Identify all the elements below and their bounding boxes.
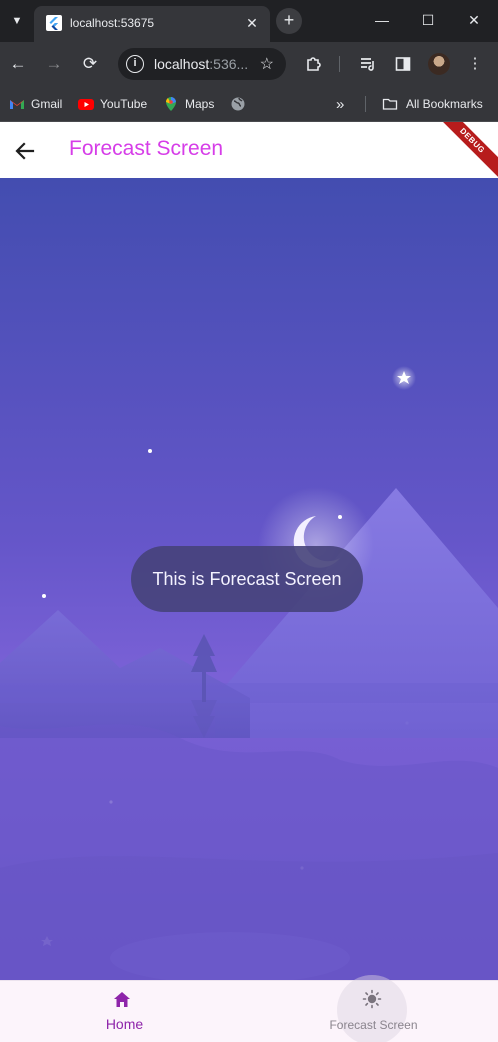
bookmarks-bar: Gmail YouTube Maps » All Bookmarks — [0, 86, 498, 122]
bookmark-label: YouTube — [100, 97, 148, 111]
flutter-favicon-icon — [46, 15, 62, 31]
side-panel-icon[interactable] — [391, 52, 415, 76]
all-bookmarks-label: All Bookmarks — [406, 97, 483, 111]
globe-icon — [231, 97, 245, 111]
bookmark-label: Maps — [185, 97, 215, 111]
page-title: Forecast Screen — [69, 137, 224, 160]
nav-forecast-label: Forecast Screen — [329, 1018, 418, 1032]
new-tab-button[interactable]: + — [276, 8, 302, 34]
bookmark-label: Gmail — [31, 97, 63, 111]
forward-icon[interactable]: → — [42, 52, 66, 76]
bookmark-maps[interactable]: Maps — [163, 94, 214, 114]
address-text[interactable]: localhost:536... — [154, 56, 248, 72]
minimize-icon[interactable]: — — [370, 8, 394, 32]
maximize-icon[interactable]: ☐ — [416, 8, 440, 32]
bookmark-star-icon[interactable]: ☆ — [260, 54, 274, 74]
url-rest: :536... — [209, 56, 249, 72]
gmail-icon — [10, 100, 24, 109]
extensions-icon[interactable] — [302, 52, 326, 76]
reload-icon[interactable]: ⟳ — [78, 52, 102, 76]
star-small — [148, 449, 152, 453]
forecast-toast: This is Forecast Screen — [131, 546, 363, 612]
browser-titlebar: ▼ localhost:53675 ✕ + — ☐ ✕ — [0, 0, 498, 42]
bookmark-youtube[interactable]: YouTube — [78, 94, 147, 114]
folder-icon — [382, 98, 398, 110]
flutter-app: Forecast Screen DEBUG This is Forecast S… — [0, 122, 498, 1042]
bookmarks-separator — [365, 96, 366, 112]
nav-item-home[interactable]: Home — [0, 981, 249, 1042]
back-arrow-icon[interactable] — [12, 138, 38, 164]
window-close-icon[interactable]: ✕ — [462, 8, 486, 32]
all-bookmarks-button[interactable]: All Bookmarks — [382, 94, 483, 114]
bottom-navigation-bar: Home Forecast Screen — [0, 975, 498, 1042]
app-bar: Forecast Screen DEBUG — [0, 122, 498, 179]
maps-icon — [166, 97, 176, 111]
bookmarks-overflow-icon[interactable]: » — [336, 94, 344, 114]
nav-home-label: Home — [105, 1016, 144, 1032]
browser-toolbar: ← → ⟳ i localhost:536... ☆ ⋮ — [0, 42, 498, 86]
home-icon — [114, 992, 130, 1007]
nav-item-forecast[interactable]: Forecast Screen — [249, 975, 498, 1042]
reading-list-icon[interactable] — [356, 52, 380, 76]
bookmark-gmail[interactable]: Gmail — [9, 94, 62, 114]
url-host: localhost — [154, 56, 210, 72]
site-info-icon[interactable]: i — [126, 55, 144, 73]
address-bar[interactable]: i localhost:536... ☆ — [118, 48, 286, 80]
browser-tab[interactable]: localhost:53675 ✕ — [34, 6, 270, 42]
sun-icon — [362, 989, 382, 1009]
tab-search-chevron-icon[interactable]: ▼ — [6, 10, 28, 32]
profile-avatar[interactable] — [428, 53, 450, 75]
chrome-menu-icon[interactable]: ⋮ — [463, 52, 487, 76]
star-small — [42, 594, 46, 598]
tab-title: localhost:53675 — [70, 16, 155, 30]
debug-banner: DEBUG — [434, 122, 498, 179]
back-icon[interactable]: ← — [6, 52, 30, 76]
bookmark-globe[interactable] — [230, 94, 252, 114]
youtube-icon — [78, 99, 94, 110]
toolbar-separator — [339, 56, 340, 72]
tab-close-icon[interactable]: ✕ — [242, 13, 262, 33]
